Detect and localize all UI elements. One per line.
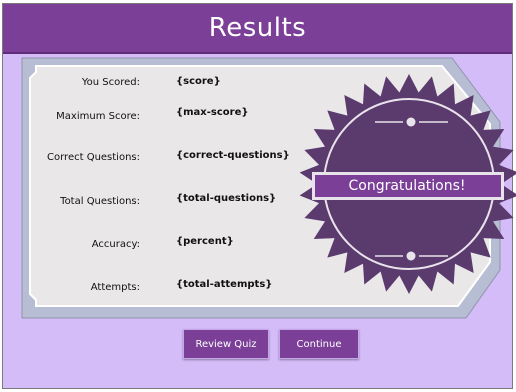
review-quiz-button[interactable]: Review Quiz — [183, 329, 269, 359]
continue-button[interactable]: Continue — [279, 329, 359, 359]
seal-bottom-dot — [406, 251, 416, 261]
congratulations-text: Congratulations! — [348, 178, 466, 194]
seal-top-dot — [406, 117, 416, 127]
